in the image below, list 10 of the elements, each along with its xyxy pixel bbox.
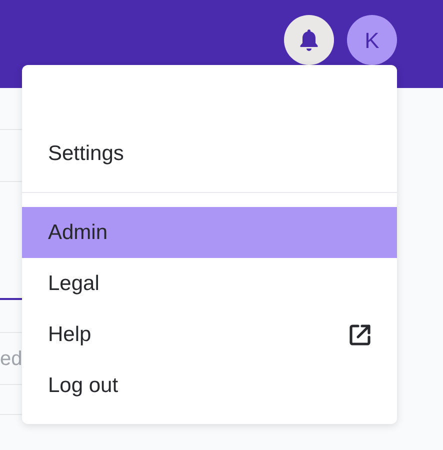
menu-item[interactable]: Log out bbox=[22, 360, 397, 411]
notifications-button[interactable] bbox=[284, 15, 334, 65]
menu-item[interactable]: Admin bbox=[22, 207, 397, 258]
menu-item[interactable]: Help bbox=[22, 309, 397, 360]
bell-icon bbox=[298, 28, 320, 52]
external-link-icon bbox=[347, 322, 373, 348]
partial-text: ed bbox=[0, 346, 22, 372]
avatar-button[interactable]: K bbox=[347, 15, 397, 65]
menu-item[interactable]: Settings bbox=[22, 128, 397, 179]
menu-item[interactable]: Legal bbox=[22, 258, 397, 309]
